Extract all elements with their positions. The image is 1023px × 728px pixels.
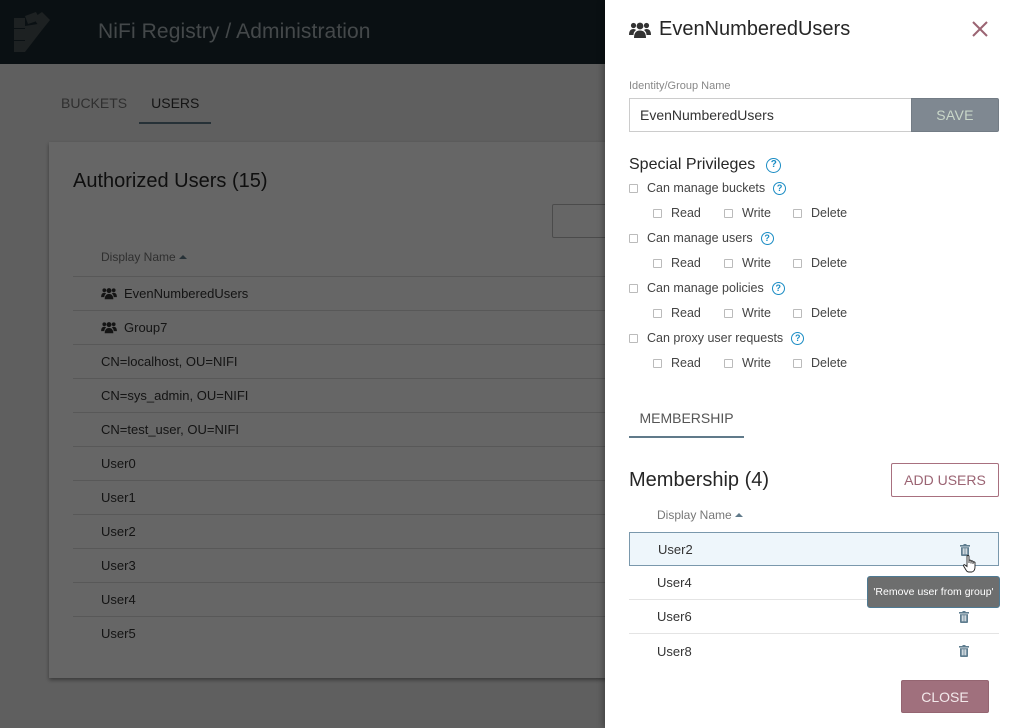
privilege-proxy-user-requests: Can proxy user requests? Read Write Dele… <box>629 330 1009 371</box>
panel-title: EvenNumberedUsers <box>629 18 850 41</box>
delete-checkbox[interactable] <box>793 208 802 218</box>
help-icon[interactable]: ? <box>791 331 805 345</box>
privilege-label: Can manage buckets <box>647 181 766 195</box>
identity-field-label: Identity/Group Name <box>629 80 731 92</box>
close-icon[interactable] <box>969 18 991 40</box>
tab-membership[interactable]: MEMBERSHIP <box>629 404 744 438</box>
read-label: Read <box>671 356 701 370</box>
delete-label: Delete <box>811 206 848 220</box>
member-row[interactable]: User2 <box>629 532 999 566</box>
read-label: Read <box>671 256 701 270</box>
trash-icon[interactable] <box>959 611 969 623</box>
manage-buckets-checkbox[interactable] <box>629 183 638 193</box>
member-name: User2 <box>658 541 693 557</box>
write-label: Write <box>742 306 771 320</box>
manage-users-checkbox[interactable] <box>629 233 638 243</box>
group-icon <box>629 22 651 38</box>
member-name: User8 <box>657 643 692 659</box>
trash-icon[interactable] <box>959 645 969 657</box>
help-icon[interactable]: ? <box>771 281 785 295</box>
read-checkbox[interactable] <box>653 308 662 318</box>
proxy-user-requests-checkbox[interactable] <box>629 333 638 343</box>
write-checkbox[interactable] <box>724 208 733 218</box>
special-privileges-label: Special Privileges <box>629 156 756 173</box>
membership-heading: Membership (4) <box>629 469 770 491</box>
read-label: Read <box>671 206 701 220</box>
help-icon[interactable]: ? <box>773 181 787 195</box>
privilege-label: Can proxy user requests <box>647 331 784 345</box>
write-checkbox[interactable] <box>724 308 733 318</box>
manage-policies-checkbox[interactable] <box>629 283 638 293</box>
delete-checkbox[interactable] <box>793 308 802 318</box>
identity-name-input[interactable] <box>629 98 913 132</box>
write-checkbox[interactable] <box>724 358 733 368</box>
privilege-label: Can manage policies <box>647 281 764 295</box>
delete-label: Delete <box>811 356 848 370</box>
delete-label: Delete <box>811 256 848 270</box>
privilege-label: Can manage users <box>647 231 753 245</box>
write-label: Write <box>742 356 771 370</box>
delete-label: Delete <box>811 306 848 320</box>
write-label: Write <box>742 256 771 270</box>
sort-ascending-icon <box>734 513 743 517</box>
member-name: User6 <box>657 609 692 624</box>
add-users-button[interactable]: ADD USERS <box>891 463 999 497</box>
membership-display-name-header[interactable]: Display Name <box>657 508 743 522</box>
remove-user-tooltip: 'Remove user from group' <box>867 576 1000 608</box>
read-checkbox[interactable] <box>653 208 662 218</box>
read-label: Read <box>671 306 701 320</box>
column-header-label: Display Name <box>657 508 732 522</box>
member-row[interactable]: User8 <box>629 634 999 668</box>
special-privileges-heading: Special Privileges ? <box>629 156 782 174</box>
read-checkbox[interactable] <box>653 358 662 368</box>
member-name: User4 <box>657 575 692 590</box>
write-label: Write <box>742 206 771 220</box>
write-checkbox[interactable] <box>724 258 733 268</box>
close-button[interactable]: CLOSE <box>901 680 989 713</box>
delete-checkbox[interactable] <box>793 358 802 368</box>
group-details-panel: EvenNumberedUsers Identity/Group Name SA… <box>605 0 1023 728</box>
save-button[interactable]: SAVE <box>911 98 999 132</box>
privilege-manage-users: Can manage users? Read Write Delete <box>629 230 1009 271</box>
hand-pointer-cursor-icon <box>963 555 976 573</box>
panel-title-text: EvenNumberedUsers <box>659 18 851 40</box>
delete-checkbox[interactable] <box>793 258 802 268</box>
privilege-manage-buckets: Can manage buckets? Read Write Delete <box>629 180 1009 221</box>
privilege-manage-policies: Can manage policies? Read Write Delete <box>629 280 1009 321</box>
help-icon[interactable]: ? <box>760 231 774 245</box>
read-checkbox[interactable] <box>653 258 662 268</box>
help-icon[interactable]: ? <box>766 157 782 173</box>
